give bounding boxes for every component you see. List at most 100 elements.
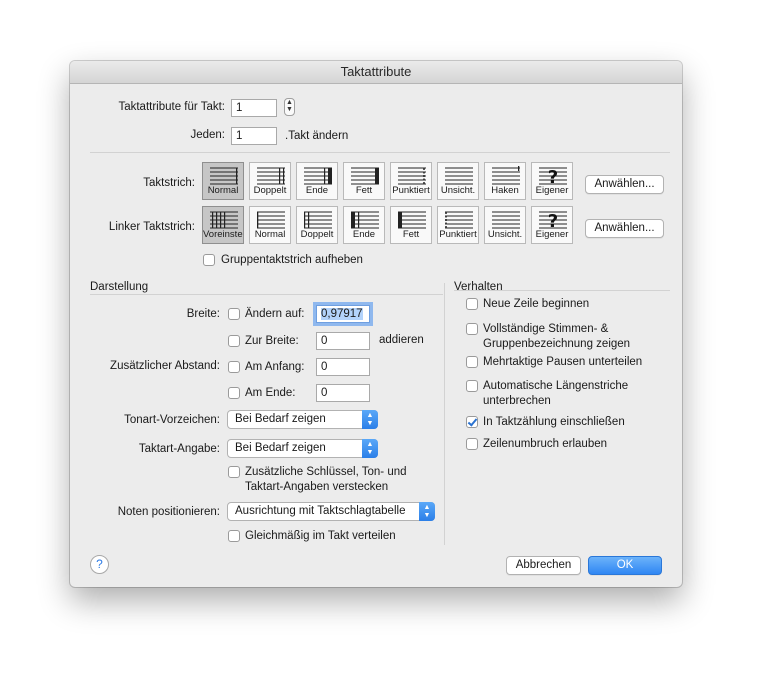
darstellung-separator (90, 294, 443, 295)
at-start-input[interactable]: 0 (316, 358, 370, 376)
window-title: Taktattribute (70, 61, 682, 84)
barline-option-voreinstellung[interactable]: Voreinstellung (202, 206, 244, 244)
barline-option-ende[interactable]: Ende (343, 206, 385, 244)
barline-option-label: Ende (305, 185, 329, 196)
add-width-checkbox[interactable] (228, 335, 240, 347)
barline-option-label: Haken (491, 185, 519, 196)
barline-option-label: Voreinstellung (203, 229, 243, 240)
cancel-button[interactable]: Abbrechen (506, 556, 581, 575)
barline-select-button[interactable]: Anwählen... (585, 175, 664, 194)
group-barline-label: Gruppentaktstrich aufheben (221, 254, 363, 266)
left-barline-final-icon (351, 211, 379, 229)
full-names-line2: Gruppenbezeichnung zeigen (483, 338, 631, 350)
measure-stepper[interactable]: ▲ ▼ (284, 98, 295, 116)
barline-option-punktiert[interactable]: Punktiert (437, 206, 479, 244)
add-width-label: Zur Breite: (245, 335, 299, 347)
ok-button[interactable]: OK (588, 556, 662, 575)
every-suffix: .Takt ändern (285, 130, 349, 142)
separator (90, 152, 670, 153)
verhalten-header: Verhalten (454, 281, 503, 293)
left-barline-default-icon (210, 211, 238, 229)
at-end-checkbox[interactable] (228, 387, 240, 399)
distribute-label: Gleichmäßig im Takt verteilen (245, 530, 396, 542)
key-signature-value: Bei Bedarf zeigen (235, 413, 326, 425)
new-line-checkbox[interactable] (466, 298, 478, 310)
barline-option-label: Normal (254, 229, 286, 240)
barline-option-doppelt[interactable]: Doppelt (296, 206, 338, 244)
include-count-label: In Taktzählung einschließen (483, 416, 625, 428)
barline-option-eigener[interactable]: ? Eigener (531, 206, 573, 244)
width-label: Breite: (186, 308, 220, 320)
every-input[interactable]: 1 (231, 127, 277, 145)
barline-option-fett[interactable]: Fett (343, 162, 385, 200)
barline-option-normal[interactable]: Normal (249, 206, 291, 244)
allow-break-label: Zeilenumbruch erlauben (483, 438, 608, 450)
position-notes-value: Ausrichtung mit Taktschlagtabelle (235, 505, 406, 517)
change-width-checkbox[interactable] (228, 308, 240, 320)
barline-option-eigener[interactable]: ? Eigener (531, 162, 573, 200)
new-line-label: Neue Zeile beginnen (483, 298, 590, 310)
include-count-checkbox[interactable] (466, 416, 478, 428)
left-barline-custom-icon: ? (539, 211, 567, 230)
at-start-checkbox[interactable] (228, 361, 240, 373)
measure-number-input[interactable]: 1 (231, 99, 277, 117)
left-barline-select-button[interactable]: Anwählen... (585, 219, 664, 238)
taktattribute-dialog: Taktattribute Taktattribute für Takt: 1 … (70, 61, 682, 587)
split-rests-checkbox[interactable] (466, 356, 478, 368)
position-notes-popup[interactable]: Ausrichtung mit Taktschlagtabelle ▲ ▼ (227, 502, 435, 521)
time-signature-label: Taktart-Angabe: (138, 443, 220, 455)
barline-thick-icon (351, 167, 379, 185)
hide-extra-line2: Taktart-Angaben verstecken (245, 481, 389, 493)
measure-attributes-label: Taktattribute für Takt: (118, 101, 225, 113)
barline-option-label: Fett (355, 185, 373, 196)
barline-option-label: Eigener (535, 229, 569, 240)
add-width-suffix: addieren (379, 334, 424, 346)
hide-extra-checkbox[interactable] (228, 466, 240, 478)
barline-option-fett[interactable]: Fett (390, 206, 432, 244)
barline-option-label: Unsicht. (440, 185, 476, 196)
barline-invisible-icon (445, 167, 473, 185)
barline-option-label: Normal (207, 185, 239, 196)
change-width-input[interactable]: 0,97917 (316, 305, 370, 323)
barline-double-icon (257, 167, 285, 185)
at-end-input[interactable]: 0 (316, 384, 370, 402)
barline-option-unsicht-[interactable]: Unsicht. (437, 162, 479, 200)
group-barline-checkbox[interactable] (203, 254, 215, 266)
position-notes-label: Noten positionieren: (117, 506, 220, 518)
svg-text:?: ? (548, 211, 558, 230)
time-signature-popup[interactable]: Bei Bedarf zeigen ▲ ▼ (227, 439, 378, 458)
time-signature-value: Bei Bedarf zeigen (235, 442, 326, 454)
barline-tick-icon (492, 166, 520, 185)
change-width-value: 0,97917 (321, 308, 363, 320)
at-end-label: Am Ende: (245, 387, 296, 399)
barline-option-unsicht-[interactable]: Unsicht. (484, 206, 526, 244)
barline-option-punktiert[interactable]: Punktiert (390, 162, 432, 200)
break-extenders-line2: unterbrechen (483, 395, 551, 407)
barline-option-label: Doppelt (253, 185, 287, 196)
split-rests-label: Mehrtaktige Pausen unterteilen (483, 356, 643, 368)
distribute-checkbox[interactable] (228, 530, 240, 542)
break-extenders-line1: Automatische Längenstriche (483, 380, 629, 392)
barline-option-normal[interactable]: Normal (202, 162, 244, 200)
barline-option-ende[interactable]: Ende (296, 162, 338, 200)
barline-option-label: Unsicht. (487, 229, 523, 240)
help-button[interactable]: ? (90, 555, 109, 574)
key-signature-popup[interactable]: Bei Bedarf zeigen ▲ ▼ (227, 410, 378, 429)
left-barline-dotted-icon (445, 211, 473, 229)
barline-option-doppelt[interactable]: Doppelt (249, 162, 291, 200)
barline-option-label: Fett (402, 229, 420, 240)
barline-option-label: Punktiert (392, 185, 430, 196)
left-barline-thick-icon (398, 211, 426, 229)
left-barline-double-icon (304, 211, 332, 229)
barline-normal-icon (210, 167, 238, 185)
darstellung-header: Darstellung (90, 281, 149, 293)
barline-option-label: Punktiert (439, 229, 477, 240)
key-signature-label: Tonart-Vorzeichen: (124, 414, 220, 426)
left-barline-normal-icon (257, 211, 285, 229)
add-width-input[interactable]: 0 (316, 332, 370, 350)
full-names-line1: Vollständige Stimmen- & (483, 323, 609, 335)
allow-break-checkbox[interactable] (466, 438, 478, 450)
break-extenders-checkbox[interactable] (466, 380, 478, 392)
full-names-checkbox[interactable] (466, 323, 478, 335)
barline-option-haken[interactable]: Haken (484, 162, 526, 200)
